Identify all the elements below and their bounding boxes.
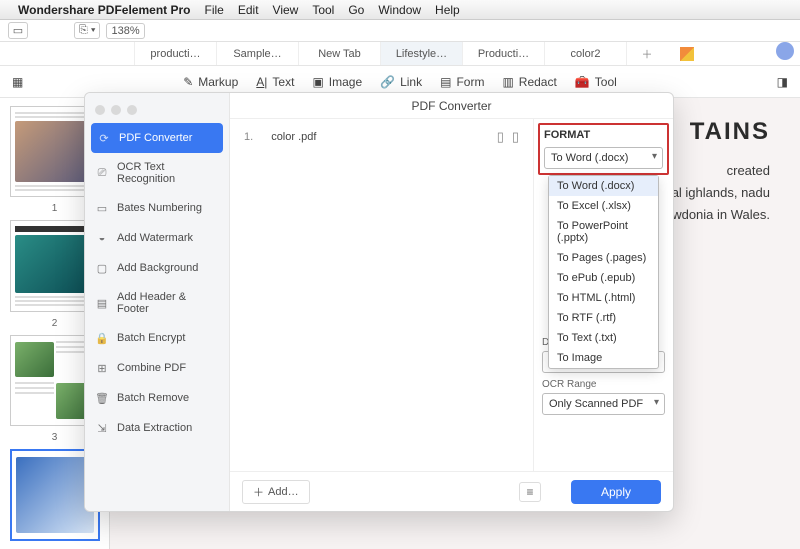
- format-dropdown: To Word (.docx) To Excel (.xlsx) To Powe…: [548, 175, 659, 369]
- bg-icon: ▢: [95, 261, 109, 275]
- format-option-ppt[interactable]: To PowerPoint (.pptx): [549, 216, 658, 248]
- bates-icon: ▭: [95, 201, 109, 215]
- file-list: 1. color .pdf ▯ ▯: [230, 119, 533, 471]
- pdf-converter-modal: ⟳PDF Converter ⎚OCR Text Recognition ▭Ba…: [84, 92, 674, 512]
- tab-0[interactable]: producti…: [135, 42, 217, 65]
- sidebar-item-ocr[interactable]: ⎚OCR Text Recognition: [85, 153, 229, 193]
- remove-file-icon[interactable]: ▯: [512, 129, 519, 145]
- toolbox-icon: 🧰: [575, 75, 590, 89]
- menu-view[interactable]: View: [273, 3, 299, 17]
- add-file-button[interactable]: ＋Add…: [242, 480, 310, 504]
- menu-window[interactable]: Window: [378, 3, 421, 17]
- format-option-image[interactable]: To Image: [549, 348, 658, 368]
- form-tool[interactable]: ▤Form: [440, 75, 484, 89]
- image-icon: ▣: [312, 75, 323, 89]
- app-name[interactable]: Wondershare PDFelement Pro: [18, 3, 191, 17]
- menu-edit[interactable]: Edit: [238, 3, 259, 17]
- tab-1[interactable]: Sample…: [217, 42, 299, 65]
- page-select-icon[interactable]: ▯: [497, 129, 504, 145]
- water-icon: ◒: [95, 231, 109, 245]
- format-option-text[interactable]: To Text (.txt): [549, 328, 658, 348]
- menu-help[interactable]: Help: [435, 3, 460, 17]
- tab-2[interactable]: New Tab: [299, 42, 381, 65]
- modal-title: PDF Converter: [230, 93, 673, 119]
- grid-view-icon[interactable]: ▦: [12, 75, 23, 89]
- combine-icon: ⊞: [95, 361, 109, 375]
- app-grid-icon[interactable]: [667, 42, 707, 65]
- link-tool[interactable]: 🔗Link: [380, 75, 422, 89]
- file-num: 1.: [244, 131, 253, 143]
- list-options-icon[interactable]: ≡: [519, 482, 541, 502]
- format-header: FORMAT: [544, 129, 663, 141]
- plus-icon: ＋: [253, 484, 264, 500]
- pen-icon: ✎: [183, 75, 193, 89]
- form-icon: ▤: [440, 75, 451, 89]
- macos-menubar: Wondershare PDFelement Pro File Edit Vie…: [0, 0, 800, 20]
- ocr-range-label: OCR Range: [542, 379, 665, 390]
- sidebar-item-combine[interactable]: ⊞Combine PDF: [85, 353, 229, 383]
- thumb-2-label: 2: [52, 318, 58, 329]
- file-row[interactable]: 1. color .pdf ▯ ▯: [244, 129, 519, 145]
- sidebar-item-data-extraction[interactable]: ⇲Data Extraction: [85, 413, 229, 443]
- markup-tool[interactable]: ✎Markup: [183, 75, 238, 89]
- format-select[interactable]: To Word (.docx): [544, 147, 663, 169]
- panel-toggle-icon[interactable]: ◨: [777, 75, 788, 89]
- thumb-1-label: 1: [52, 203, 58, 214]
- format-option-excel[interactable]: To Excel (.xlsx): [549, 196, 658, 216]
- sidebar-item-pdf-converter[interactable]: ⟳PDF Converter: [91, 123, 223, 153]
- modal-main: PDF Converter 1. color .pdf ▯ ▯ FORMAT T…: [230, 93, 673, 511]
- tool-menu[interactable]: 🧰Tool: [575, 75, 617, 89]
- thumbnail-toggle-icon[interactable]: ▭: [8, 22, 28, 39]
- sidebar-item-batch-remove[interactable]: 🗑Batch Remove: [85, 383, 229, 413]
- format-option-epub[interactable]: To ePub (.epub): [549, 268, 658, 288]
- document-tabs: producti… Sample… New Tab Lifestyle… Pro…: [0, 42, 800, 66]
- text-tool[interactable]: A|Text: [256, 75, 294, 89]
- modal-footer: ＋Add… ≡ Apply: [230, 471, 673, 511]
- format-option-pages[interactable]: To Pages (.pages): [549, 248, 658, 268]
- page-fit-dropdown[interactable]: ⎘ ▾: [74, 22, 100, 39]
- format-option-rtf[interactable]: To RTF (.rtf): [549, 308, 658, 328]
- thumb-3-label: 3: [52, 432, 58, 443]
- window-controls: [85, 101, 229, 123]
- max-dot-icon[interactable]: [127, 105, 137, 115]
- zoom-level[interactable]: 138%: [106, 23, 144, 39]
- tab-3[interactable]: Lifestyle…: [381, 42, 463, 65]
- format-option-html[interactable]: To HTML (.html): [549, 288, 658, 308]
- user-avatar-icon[interactable]: [776, 42, 794, 60]
- image-tool[interactable]: ▣Image: [312, 75, 362, 89]
- format-panel: FORMAT To Word (.docx) To Word (.docx) T…: [533, 119, 673, 471]
- sidebar-item-bates[interactable]: ▭Bates Numbering: [85, 193, 229, 223]
- top-toolbar: ▭ ⎘ ▾ 138%: [0, 20, 800, 42]
- ocr-icon: ⎚: [95, 166, 109, 180]
- tab-4[interactable]: Producti…: [463, 42, 545, 65]
- sidebar-item-header-footer[interactable]: ▤Add Header & Footer: [85, 283, 229, 323]
- ocr-range-select[interactable]: Only Scanned PDF: [542, 393, 665, 415]
- apply-button[interactable]: Apply: [571, 480, 661, 504]
- redact-icon: ▥: [502, 75, 513, 89]
- extract-icon: ⇲: [95, 421, 109, 435]
- tab-5[interactable]: color2: [545, 42, 627, 65]
- menu-tool[interactable]: Tool: [312, 3, 334, 17]
- new-tab-button[interactable]: ＋: [627, 42, 667, 65]
- link-icon: 🔗: [380, 75, 395, 89]
- file-name: color .pdf: [271, 131, 316, 143]
- sidebar-item-watermark[interactable]: ◒Add Watermark: [85, 223, 229, 253]
- hf-icon: ▤: [95, 296, 109, 310]
- remove-icon: 🗑: [95, 391, 109, 405]
- lock-icon: 🔒: [95, 331, 109, 345]
- format-highlight-box: FORMAT To Word (.docx) To Word (.docx) T…: [538, 123, 669, 175]
- text-icon: A|: [256, 75, 267, 89]
- refresh-icon: ⟳: [97, 131, 111, 145]
- format-option-word[interactable]: To Word (.docx): [549, 176, 658, 196]
- redact-tool[interactable]: ▥Redact: [502, 75, 556, 89]
- sidebar-item-background[interactable]: ▢Add Background: [85, 253, 229, 283]
- min-dot-icon[interactable]: [111, 105, 121, 115]
- menu-go[interactable]: Go: [348, 3, 364, 17]
- sidebar-item-batch-encrypt[interactable]: 🔒Batch Encrypt: [85, 323, 229, 353]
- close-dot-icon[interactable]: [95, 105, 105, 115]
- modal-sidebar: ⟳PDF Converter ⎚OCR Text Recognition ▭Ba…: [85, 93, 230, 511]
- menu-file[interactable]: File: [205, 3, 224, 17]
